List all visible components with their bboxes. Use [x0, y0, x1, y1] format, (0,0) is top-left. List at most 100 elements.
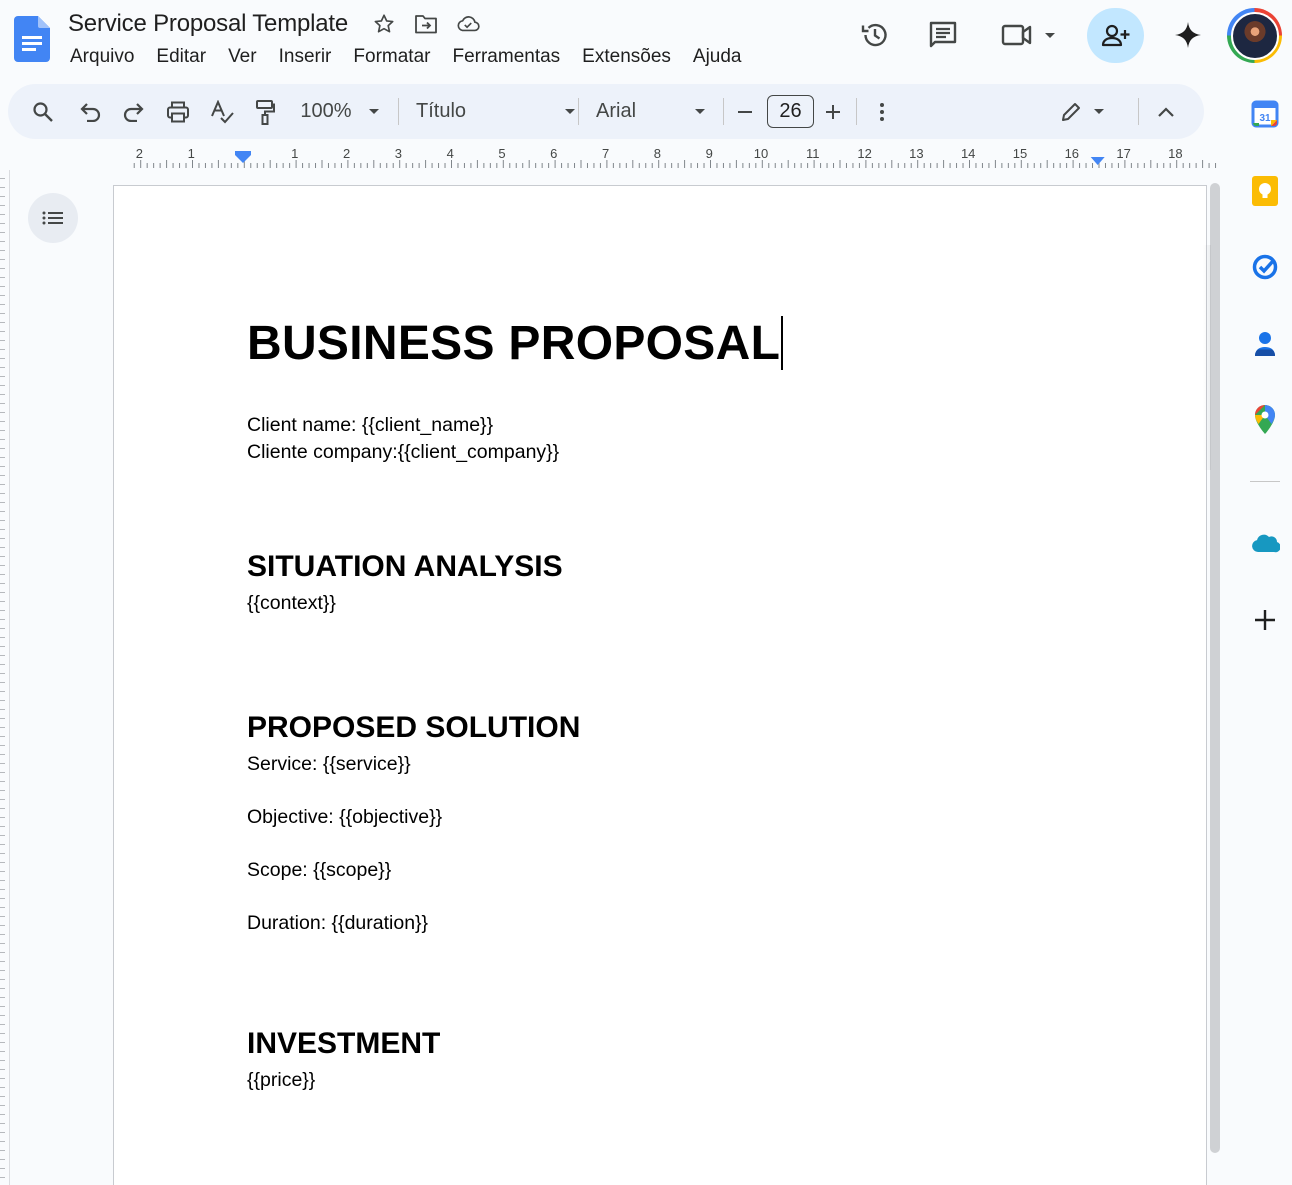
section-heading-investment[interactable]: INVESTMENT — [247, 1024, 1147, 1064]
add-person-icon — [1101, 24, 1129, 46]
menu-formatar[interactable]: Formatar — [342, 44, 441, 70]
objective-line[interactable]: Objective: {{objective}} — [247, 804, 1147, 831]
ruler-label: 16 — [1065, 146, 1079, 161]
vertical-scrollbar[interactable] — [1210, 183, 1220, 1153]
move-to-folder-icon[interactable] — [414, 12, 438, 36]
paint-format-icon[interactable] — [250, 84, 280, 139]
vertical-ruler — [0, 170, 10, 1185]
search-menus-icon[interactable] — [28, 84, 58, 139]
ruler-label: 1 — [291, 146, 298, 161]
ruler-label: 8 — [654, 146, 661, 161]
avatar-photo — [1230, 11, 1279, 60]
scope-line[interactable]: Scope: {{scope}} — [247, 857, 1147, 884]
toolbar-divider — [856, 98, 857, 125]
ruler-label: 1 — [188, 146, 195, 161]
zoom-select[interactable]: 100% — [298, 84, 354, 139]
horizontal-ruler[interactable]: 2 1 1 2 3 4 5 6 7 8 9 10 11 12 13 14 15 16 17 18 — [110, 145, 1220, 171]
toolbar-divider — [398, 98, 399, 125]
duration-line[interactable]: Duration: {{duration}} — [247, 910, 1147, 937]
editing-mode-select[interactable] — [1054, 84, 1110, 139]
menu-bar: Arquivo Editar Ver Inserir Formatar Ferr… — [59, 44, 753, 70]
hide-menus-icon[interactable] — [1152, 84, 1180, 139]
document-outline-button[interactable] — [28, 193, 78, 243]
more-options-icon[interactable] — [870, 84, 894, 139]
maps-icon[interactable] — [1246, 401, 1284, 439]
client-name-line[interactable]: Client name: {{client_name}} — [247, 412, 1147, 439]
toolbar-divider — [1138, 98, 1139, 125]
calendar-day: 31 — [1259, 113, 1271, 124]
document-heading[interactable]: BUSINESS PROPOSAL — [247, 316, 780, 372]
document-title[interactable]: Service Proposal Template — [68, 10, 348, 38]
side-panel-shadow — [1203, 245, 1211, 470]
font-size-input[interactable]: 26 — [767, 95, 814, 128]
font-family-select[interactable]: Arial — [596, 84, 706, 139]
menu-ferramentas[interactable]: Ferramentas — [441, 44, 571, 70]
text-cursor — [781, 316, 784, 370]
version-history-icon[interactable] — [855, 15, 895, 55]
salesforce-icon[interactable] — [1246, 524, 1284, 562]
ruler-label: 18 — [1168, 146, 1182, 161]
undo-icon[interactable] — [76, 84, 106, 139]
increase-font-size-icon[interactable] — [821, 84, 845, 139]
paragraph-style-select[interactable]: Título — [416, 84, 576, 139]
ruler-label: 5 — [498, 146, 505, 161]
font-family-value: Arial — [596, 100, 637, 122]
ruler-label: 7 — [602, 146, 609, 161]
section-heading-situation[interactable]: SITUATION ANALYSIS — [247, 547, 1147, 587]
ruler-label: 15 — [1013, 146, 1027, 161]
toolbar-divider — [578, 98, 579, 125]
print-icon[interactable] — [162, 84, 194, 139]
title-paragraph[interactable]: BUSINESS PROPOSAL — [247, 316, 1147, 378]
side-panel-divider — [1250, 481, 1280, 482]
account-avatar[interactable] — [1227, 8, 1282, 63]
price-placeholder[interactable]: {{price}} — [247, 1067, 1147, 1094]
contacts-icon[interactable] — [1246, 325, 1284, 363]
menu-arquivo[interactable]: Arquivo — [59, 44, 145, 70]
zoom-value: 100% — [300, 100, 352, 122]
calendar-icon[interactable]: 31 — [1246, 95, 1284, 133]
menu-editar[interactable]: Editar — [145, 44, 217, 70]
tasks-icon[interactable] — [1246, 248, 1284, 286]
outline-list-icon — [42, 211, 63, 225]
chevron-down-icon — [695, 108, 705, 114]
cloud-saved-icon[interactable] — [456, 12, 480, 36]
section-heading-solution[interactable]: PROPOSED SOLUTION — [247, 708, 1147, 748]
ruler-label: 2 — [343, 146, 350, 161]
star-icon[interactable] — [372, 12, 396, 36]
docs-logo-icon[interactable] — [14, 16, 50, 62]
context-placeholder[interactable]: {{context}} — [247, 590, 1147, 617]
service-line[interactable]: Service: {{service}} — [247, 751, 1147, 778]
left-indent-marker — [235, 151, 251, 163]
keep-icon[interactable] — [1246, 172, 1284, 210]
title-row: Service Proposal Template — [68, 10, 480, 38]
document-page[interactable]: BUSINESS PROPOSAL Client name: {{client_… — [113, 185, 1207, 1185]
zoom-dropdown-icon[interactable] — [364, 84, 384, 139]
gemini-icon[interactable] — [1168, 15, 1208, 55]
menu-inserir[interactable]: Inserir — [268, 44, 343, 70]
decrease-font-size-icon[interactable] — [733, 84, 757, 139]
ruler-label: 17 — [1116, 146, 1130, 161]
menu-ver[interactable]: Ver — [217, 44, 268, 70]
ruler-label: 3 — [395, 146, 402, 161]
ruler-label: 14 — [961, 146, 975, 161]
menu-ajuda[interactable]: Ajuda — [682, 44, 753, 70]
ruler-label: 13 — [909, 146, 923, 161]
paragraph-style-value: Título — [416, 100, 467, 122]
spellcheck-icon[interactable] — [206, 84, 238, 139]
toolbar-divider — [723, 98, 724, 125]
ruler-label: 12 — [857, 146, 871, 161]
ruler-label: 4 — [447, 146, 454, 161]
ruler-label: 10 — [754, 146, 768, 161]
share-button[interactable] — [1087, 8, 1144, 63]
ruler-label: 11 — [806, 146, 820, 161]
chevron-down-icon — [565, 108, 575, 114]
comments-icon[interactable] — [923, 15, 963, 55]
add-addon-icon[interactable] — [1246, 601, 1284, 639]
ruler-label: 6 — [550, 146, 557, 161]
redo-icon[interactable] — [118, 84, 148, 139]
ruler-label: 2 — [136, 146, 143, 161]
menu-extensoes[interactable]: Extensões — [571, 44, 682, 70]
document-body[interactable]: BUSINESS PROPOSAL Client name: {{client_… — [247, 316, 1147, 1094]
meet-icon[interactable] — [998, 15, 1060, 55]
client-company-line[interactable]: Cliente company:{{client_company}} — [247, 439, 1147, 466]
